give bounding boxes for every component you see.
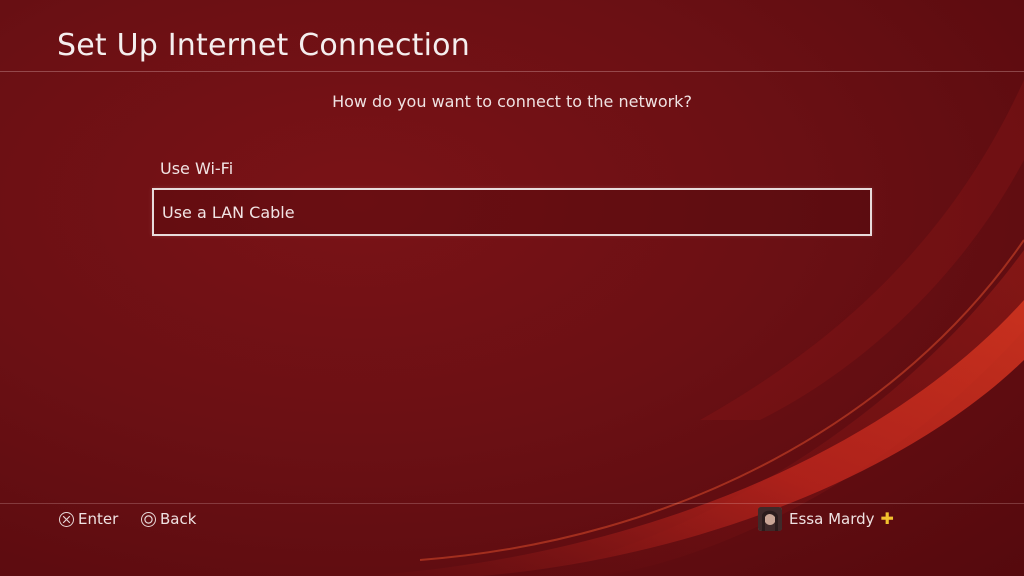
circle-button-icon [141, 511, 156, 527]
option-use-wifi[interactable]: Use Wi-Fi [152, 144, 872, 192]
user-avatar [758, 507, 782, 531]
enter-hint[interactable]: Enter [59, 509, 118, 529]
title-divider [0, 71, 1024, 72]
playstation-plus-icon: ✚ [880, 509, 894, 528]
option-label: Use a LAN Cable [162, 202, 295, 222]
cross-button-icon [59, 511, 74, 527]
option-label: Use Wi-Fi [160, 158, 234, 178]
user-name: Essa Mardy [789, 510, 875, 528]
back-hint[interactable]: Back [141, 509, 196, 529]
option-use-lan-cable[interactable]: Use a LAN Cable [152, 188, 872, 236]
background-wave-decoration [360, 80, 1024, 576]
back-label: Back [160, 510, 197, 528]
footer-divider [0, 503, 1024, 504]
user-profile: Essa Mardy ✚ [758, 507, 894, 531]
page-title: Set Up Internet Connection [57, 28, 470, 63]
connection-prompt: How do you want to connect to the networ… [332, 92, 692, 111]
enter-label: Enter [78, 510, 119, 528]
